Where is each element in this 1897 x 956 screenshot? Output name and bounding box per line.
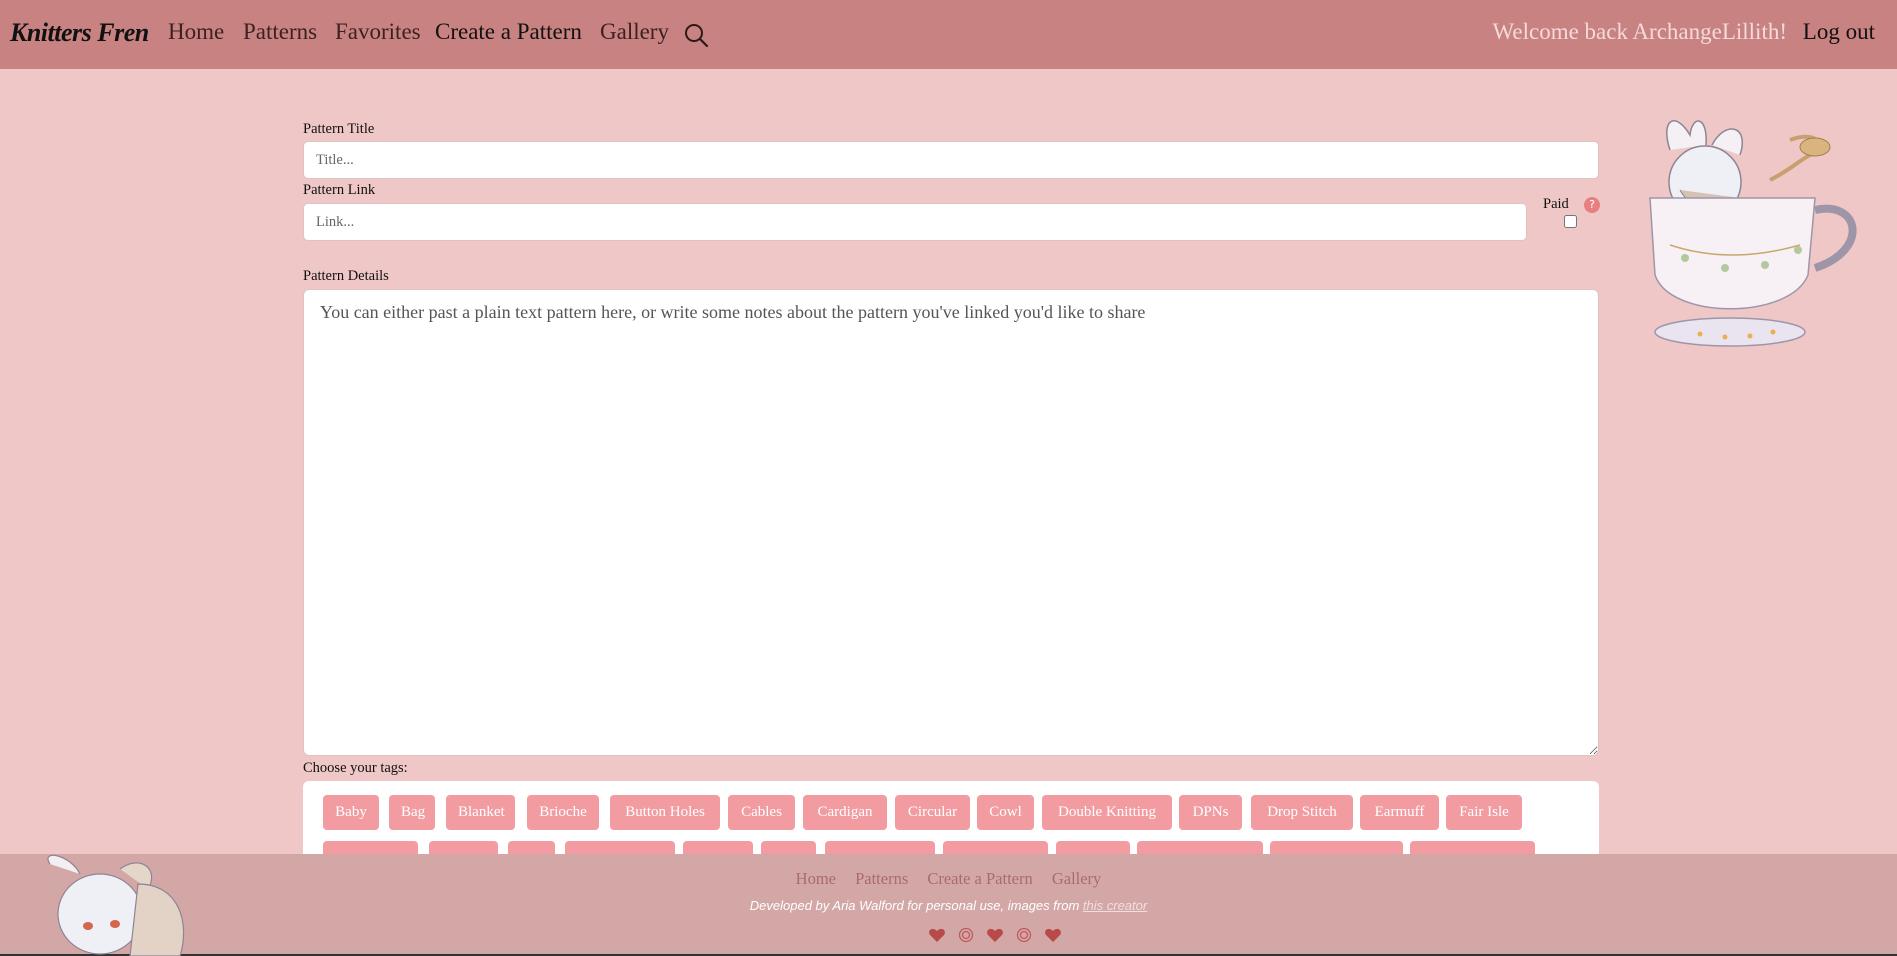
footer-home[interactable]: Home — [796, 869, 836, 889]
link-label: Pattern Link — [303, 182, 376, 198]
footer-nav: Home Patterns Create a Pattern Gallery — [0, 869, 1897, 889]
welcome-message: Welcome back ArchangeLillith! — [1492, 19, 1787, 44]
nav-favorites[interactable]: Favorites — [335, 19, 421, 45]
tag-baby[interactable]: Baby — [323, 795, 379, 830]
tag-bag[interactable]: Bag — [389, 795, 435, 830]
heart-icon — [1045, 928, 1062, 942]
tag-circular[interactable]: Circular — [895, 795, 970, 830]
bunny-illustration — [47, 854, 185, 956]
tag-dpns[interactable]: DPNs — [1179, 795, 1242, 830]
details-textarea[interactable] — [303, 289, 1599, 756]
footer-gallery[interactable]: Gallery — [1052, 869, 1101, 889]
nav-patterns[interactable]: Patterns — [243, 19, 317, 45]
tag-button-holes[interactable]: Button Holes — [610, 795, 720, 830]
tag-double-knitting[interactable]: Double Knitting — [1042, 795, 1172, 830]
brand-logo[interactable]: Knitters Fren — [10, 18, 149, 48]
tag-cowl[interactable]: Cowl — [977, 795, 1034, 830]
title-input[interactable] — [303, 141, 1599, 179]
paid-label: Paid — [1543, 196, 1569, 212]
nav-gallery[interactable]: Gallery — [600, 19, 669, 45]
navbar: Knitters Fren Home Patterns Favorites Cr… — [0, 0, 1897, 69]
tag-drop-stitch[interactable]: Drop Stitch — [1251, 795, 1353, 830]
footer-icons — [928, 924, 1068, 942]
nav-home[interactable]: Home — [168, 19, 224, 45]
details-label: Pattern Details — [303, 268, 389, 284]
teacup-bunny-illustration — [1649, 120, 1857, 347]
yarn-icon — [958, 927, 974, 942]
yarn-icon — [1017, 927, 1032, 942]
tags-label: Choose your tags: — [303, 760, 408, 776]
tag-earmuff[interactable]: Earmuff — [1360, 795, 1439, 830]
creator-link[interactable]: this creator — [1083, 898, 1147, 913]
credit-text: Developed by Aria Walford for personal u… — [749, 898, 1080, 913]
paid-checkbox[interactable] — [1564, 215, 1577, 228]
footer: Home Patterns Create a Pattern Gallery D… — [0, 854, 1897, 956]
tag-cardigan[interactable]: Cardigan — [803, 795, 887, 830]
nav-create-pattern[interactable]: Create a Pattern — [435, 19, 582, 45]
footer-create-pattern[interactable]: Create a Pattern — [927, 869, 1032, 889]
logout-link[interactable]: Log out — [1803, 19, 1875, 45]
tag-cables[interactable]: Cables — [728, 795, 795, 830]
tag-brioche[interactable]: Brioche — [527, 795, 599, 830]
footer-patterns[interactable]: Patterns — [855, 869, 908, 889]
title-label: Pattern Title — [303, 121, 375, 137]
heart-icon — [987, 928, 1004, 942]
tag-fair-isle[interactable]: Fair Isle — [1446, 795, 1522, 830]
tag-blanket[interactable]: Blanket — [446, 795, 515, 830]
heart-icon — [929, 928, 945, 942]
search-icon[interactable] — [683, 22, 709, 48]
link-input[interactable] — [303, 203, 1527, 241]
help-icon[interactable]: ? — [1584, 197, 1600, 213]
footer-credit: Developed by Aria Walford for personal u… — [0, 898, 1897, 913]
